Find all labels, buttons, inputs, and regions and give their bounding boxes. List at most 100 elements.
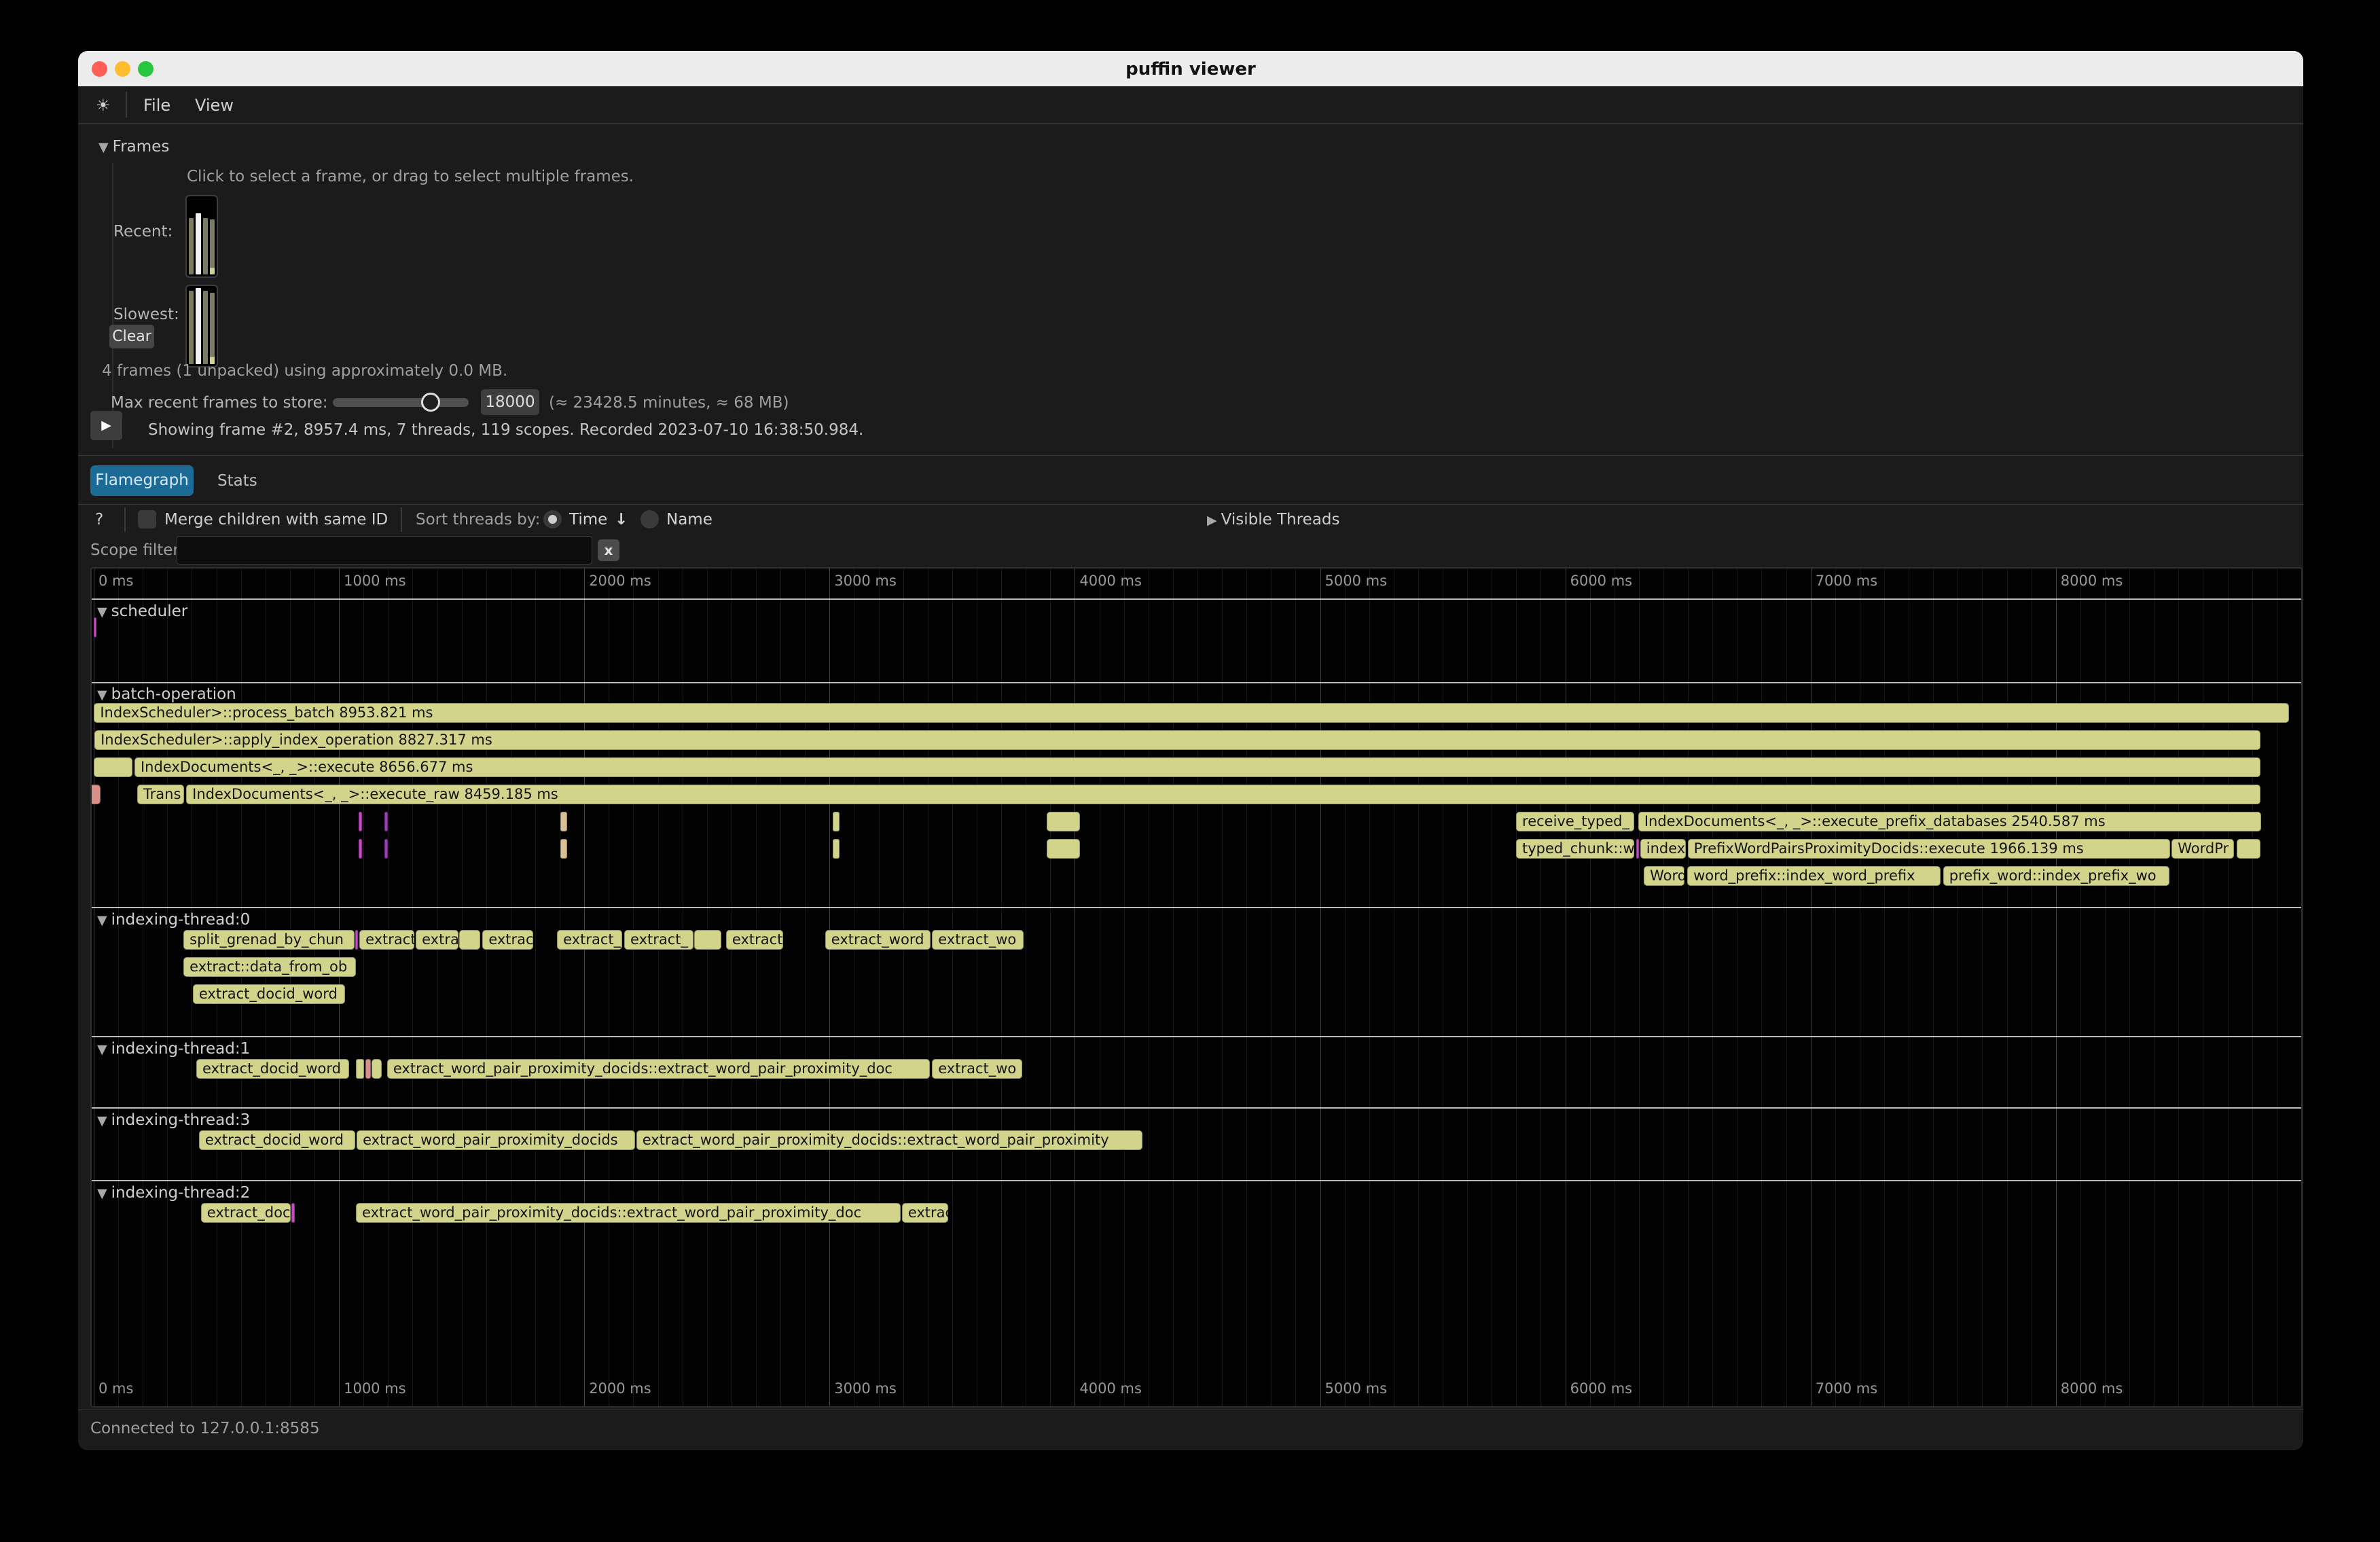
scope-bar[interactable]: split_grenad_by_chun [183, 930, 355, 950]
frame-bar[interactable] [189, 291, 194, 364]
frame-bar[interactable] [210, 219, 215, 274]
merge-children-label[interactable]: Merge children with same ID [164, 511, 388, 528]
scope-bar[interactable] [1047, 812, 1081, 831]
scope-bar[interactable] [833, 812, 839, 831]
scope-bar[interactable] [359, 839, 362, 859]
scope-bar[interactable]: extract_ [624, 930, 693, 950]
scope-bar[interactable] [560, 812, 567, 831]
scope-bar[interactable] [384, 812, 388, 831]
scope-bar[interactable]: extract_word_pair_proximity_docids::extr… [387, 1059, 930, 1079]
scope-bar[interactable]: IndexScheduler>::process_batch 8953.821 … [94, 703, 2289, 723]
scope-bar[interactable]: IndexDocuments<_, _>::execute_prefix_dat… [1638, 812, 2261, 831]
max-frames-slider-knob[interactable] [421, 393, 440, 412]
app-settings-sun-icon[interactable]: ☀ [96, 96, 111, 115]
sort-by-name-label[interactable]: Name [666, 511, 713, 528]
thread-row-header[interactable]: ▼ scheduler [97, 603, 187, 620]
sort-by-name-radio[interactable] [641, 510, 659, 528]
scope-bar[interactable]: IndexDocuments<_, _>::execute 8656.677 m… [134, 757, 2260, 777]
scope-bar[interactable] [1636, 839, 1639, 859]
close-window-button[interactable] [92, 61, 107, 77]
sort-by-time-radio[interactable] [543, 510, 562, 528]
tab-stats[interactable]: Stats [217, 472, 257, 490]
scope-bar[interactable] [833, 839, 839, 859]
recent-frames-thumbnail[interactable] [185, 195, 218, 278]
scope-bar[interactable]: extract_wo [932, 1059, 1022, 1079]
scope-bar[interactable]: receive_typed_ [1516, 812, 1634, 831]
scope-bar[interactable]: index [1640, 839, 1686, 859]
scope-bar[interactable]: PrefixWordPairsProximityDocids::execute … [1688, 839, 2170, 859]
help-button[interactable]: ? [95, 511, 103, 528]
scope-bar[interactable] [560, 839, 567, 859]
scope-bar[interactable] [694, 930, 721, 950]
scope-bar[interactable] [359, 812, 362, 831]
clear-frames-button[interactable]: Clear [109, 325, 154, 348]
scope-bar[interactable]: extract_ [557, 930, 622, 950]
frame-bar[interactable] [189, 218, 194, 274]
scope-bar[interactable] [291, 1203, 295, 1223]
scope-bar[interactable]: WordPr [2171, 839, 2234, 859]
scope-bar[interactable]: IndexDocuments<_, _>::execute_raw 8459.1… [186, 785, 2260, 804]
frame-bar-selected[interactable] [196, 213, 200, 274]
scope-bar[interactable]: extract_docid_word [193, 984, 346, 1004]
thread-row-header[interactable]: ▼ indexing-thread:0 [97, 911, 250, 929]
scope-bar[interactable] [372, 1059, 382, 1079]
scope-filter-input[interactable] [177, 536, 592, 564]
scope-bar[interactable]: extrac [482, 930, 533, 950]
scope-bar[interactable]: extract_word_pair_proximity_docids::extr… [636, 1130, 1142, 1150]
slowest-frames-thumbnail[interactable] [185, 285, 218, 367]
scope-bar[interactable]: Word [1644, 866, 1684, 886]
scope-bar[interactable]: extract_doc [201, 1203, 291, 1223]
scope-bar[interactable]: typed_chunk::w [1516, 839, 1634, 859]
scope-bar[interactable] [1047, 839, 1081, 859]
scope-bar[interactable]: extract [726, 930, 783, 950]
minimize-window-button[interactable] [115, 61, 130, 77]
max-frames-value[interactable]: 18000 [481, 389, 539, 415]
maximize-window-button[interactable] [138, 61, 154, 77]
scope-bar[interactable]: Trans [137, 785, 184, 804]
scope-bar[interactable]: extract_word_pair_proximity_docids::extr… [356, 1203, 901, 1223]
scope-bar[interactable]: word_prefix::index_word_prefix [1687, 866, 1941, 886]
scope-bar[interactable] [384, 839, 388, 859]
scope-bar[interactable]: extract_word_pair_proximity_docids [357, 1130, 634, 1150]
sort-by-time-label[interactable]: Time [569, 511, 607, 528]
frame-bar[interactable] [203, 218, 208, 274]
scope-bar[interactable]: extract [359, 930, 414, 950]
frame-bar[interactable] [210, 293, 215, 364]
visible-threads-header[interactable]: ▶ Visible Threads [1207, 511, 1340, 528]
thread-row-header[interactable]: ▼ batch-operation [97, 685, 236, 703]
scope-bar[interactable] [2237, 839, 2260, 859]
frame-bar-selected[interactable] [196, 288, 200, 364]
menu-file[interactable]: File [143, 96, 170, 115]
scope-bar[interactable] [459, 930, 480, 950]
scope-bar[interactable] [365, 1059, 371, 1079]
menu-view[interactable]: View [195, 96, 234, 115]
scope-bar[interactable]: IndexScheduler>::apply_index_operation 8… [94, 730, 2260, 750]
play-pause-button[interactable]: ▶ [90, 411, 122, 440]
grid-line [412, 569, 413, 1406]
thread-row-header[interactable]: ▼ indexing-thread:2 [97, 1184, 250, 1202]
scope-bar[interactable] [94, 757, 132, 777]
clear-filter-button[interactable]: x [598, 539, 619, 561]
scope-bar[interactable]: extract_docid_word [196, 1059, 349, 1079]
thread-row-header[interactable]: ▼ indexing-thread:3 [97, 1111, 250, 1129]
tab-flamegraph[interactable]: Flamegraph [90, 465, 194, 496]
scope-bar[interactable] [355, 930, 358, 950]
scope-bar[interactable]: extract_wo [932, 930, 1023, 950]
scope-bar[interactable]: extract::data_from_ob [183, 957, 355, 977]
scope-bar[interactable] [94, 617, 96, 637]
scope-bar[interactable]: extra [416, 930, 458, 950]
scope-bar[interactable]: prefix_word::index_prefix_wo [1943, 866, 2169, 886]
scope-bar[interactable]: extract_docid_word [199, 1130, 355, 1150]
merge-children-checkbox[interactable] [138, 510, 156, 528]
thread-row-header[interactable]: ▼ indexing-thread:1 [97, 1040, 250, 1058]
grid-line [437, 569, 438, 1406]
max-frames-slider-track[interactable] [333, 398, 469, 407]
scope-bar[interactable] [356, 1059, 364, 1079]
flamegraph-panel[interactable]: 0 ms0 ms1000 ms1000 ms2000 ms2000 ms3000… [90, 567, 2303, 1407]
scope-bar[interactable]: extrac [902, 1203, 949, 1223]
frames-section-header[interactable]: ▼ Frames [98, 138, 169, 156]
frame-bar[interactable] [203, 291, 208, 364]
sort-direction-arrow-icon[interactable]: ↓ [615, 511, 628, 528]
scope-bar[interactable]: extract_word [825, 930, 931, 950]
scope-bar[interactable] [90, 785, 101, 804]
